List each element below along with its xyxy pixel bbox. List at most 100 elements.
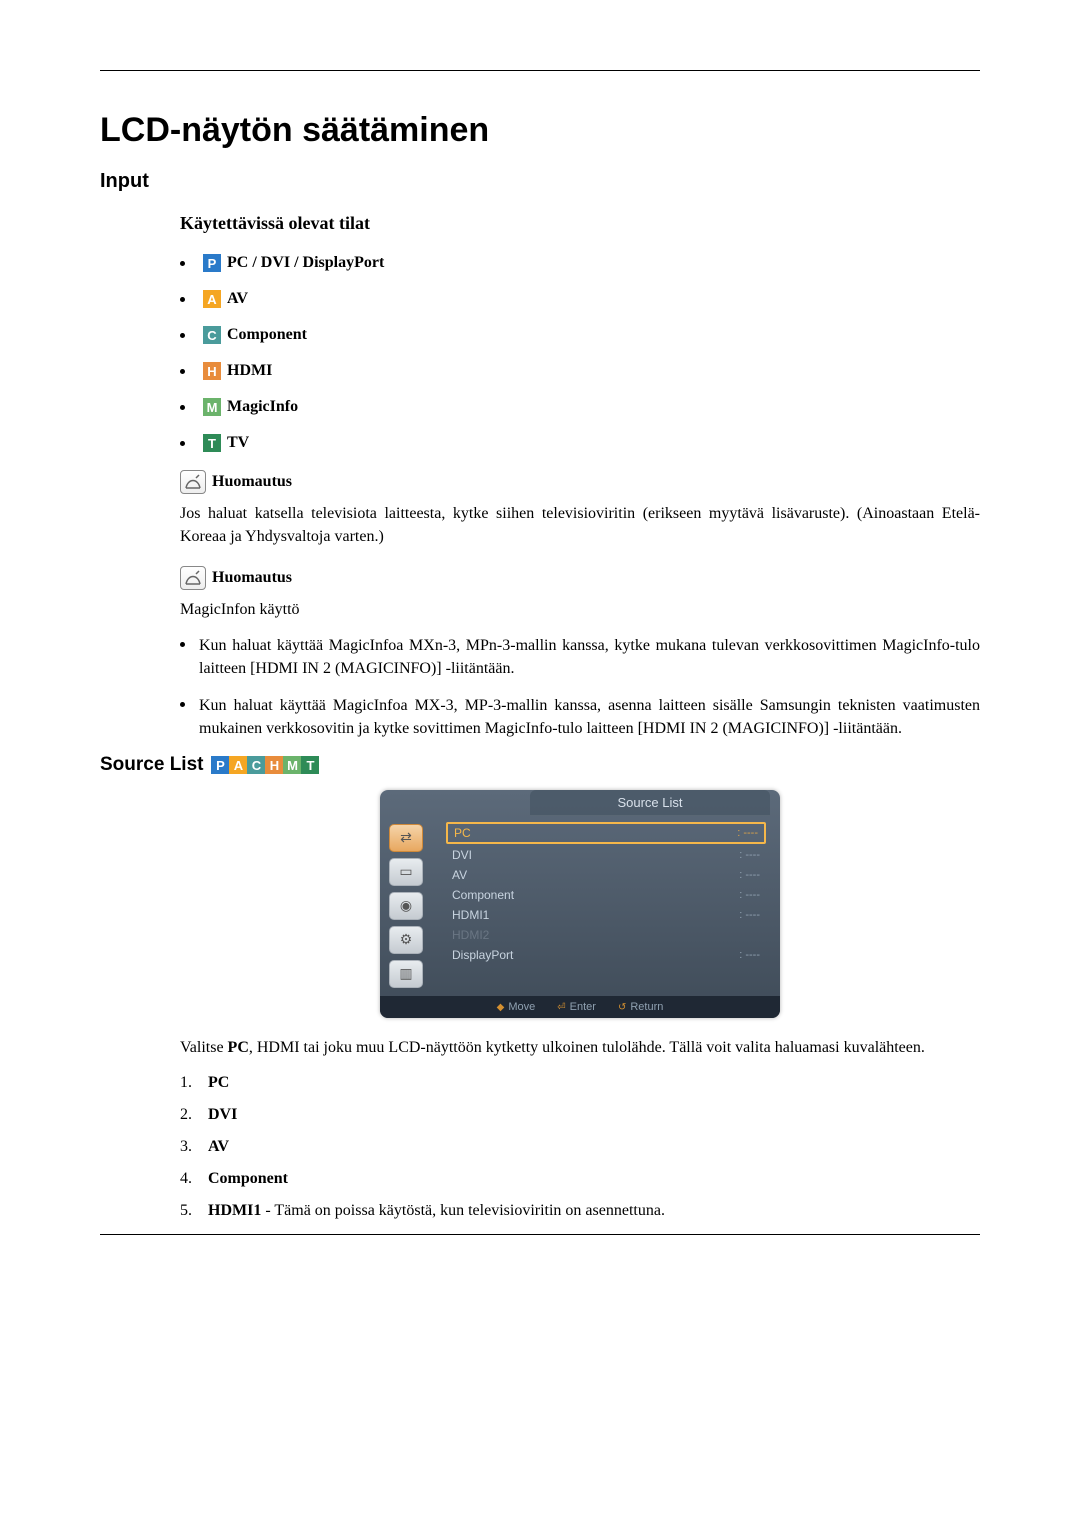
osd-footer-enter: ⏎Enter — [557, 1001, 596, 1013]
note2-intro: MagicInfon käyttö — [180, 598, 980, 621]
mode-label: HDMI — [227, 362, 272, 380]
list-number: 1. — [180, 1074, 208, 1092]
osd-side-icon-input: ⇄ — [389, 824, 423, 852]
mode-list: P PC / DVI / DisplayPort A AV C Componen… — [180, 254, 980, 452]
osd-item-name: HDMI1 — [452, 908, 489, 922]
h-icon: H — [203, 362, 221, 380]
osd-item-value: : ---- — [739, 849, 760, 861]
mode-label: PC / DVI / DisplayPort — [227, 254, 384, 272]
note-row: Huomautus — [180, 566, 980, 590]
osd-screenshot: Source List ⇄ ▭ ◉ ⚙ ▥ PC : ---- DVI — [180, 790, 980, 1018]
p-icon: P — [211, 756, 229, 774]
osd-side-icon-sound: ◉ — [389, 892, 423, 920]
mode-item-tv: T TV — [180, 434, 980, 452]
enter-icon: ⏎ — [557, 1002, 565, 1013]
list-number: 3. — [180, 1138, 208, 1156]
osd-row-dvi: DVI : ---- — [446, 846, 766, 864]
mode-label: MagicInfo — [227, 398, 298, 416]
text-bold-pc: PC — [228, 1039, 249, 1056]
list-bullet — [180, 405, 185, 410]
source-numbered-list: 1. PC 2. DVI 3. AV 4. Component 5. HDMI1… — [180, 1074, 980, 1220]
mode-label: TV — [227, 434, 249, 452]
note-label: Huomautus — [212, 569, 292, 587]
t-icon: T — [203, 434, 221, 452]
t-icon: T — [301, 756, 319, 774]
osd-item-value: : ---- — [739, 869, 760, 881]
osd-item-name: DVI — [452, 848, 472, 862]
list-number: 2. — [180, 1106, 208, 1124]
list-text: Kun haluat käyttää MagicInfoa MXn-3, MPn… — [199, 634, 980, 680]
source-list-paragraph: Valitse PC, HDMI tai joku muu LCD-näyttö… — [180, 1036, 980, 1059]
top-rule — [100, 70, 980, 71]
source-list-title: Source List — [100, 754, 203, 776]
osd-body: ⇄ ▭ ◉ ⚙ ▥ PC : ---- DVI : ---- — [380, 816, 780, 996]
osd-item-value: : ---- — [739, 949, 760, 961]
osd-footer-return: ↺Return — [618, 1001, 663, 1013]
mode-label: Component — [227, 326, 307, 344]
osd-row-hdmi2: HDMI2 — [446, 926, 766, 944]
list-number: 4. — [180, 1170, 208, 1188]
p-icon: P — [203, 254, 221, 272]
list-text: Kun haluat käyttää MagicInfoa MX-3, MP-3… — [199, 694, 980, 740]
osd-side-icon-multi: ▥ — [389, 960, 423, 988]
osd-side-icon-picture: ▭ — [389, 858, 423, 886]
osd-footer-move: ◆Move — [497, 1001, 536, 1013]
note1-text: Jos haluat katsella televisiota laittees… — [180, 502, 980, 548]
osd-main: PC : ---- DVI : ---- AV : ---- Component… — [432, 816, 780, 996]
list-item: 1. PC — [180, 1074, 980, 1092]
list-bullet — [180, 261, 185, 266]
h-icon: H — [265, 756, 283, 774]
list-bold: HDMI1 — [208, 1202, 261, 1220]
available-modes-heading: Käytettävissä olevat tilat — [180, 213, 980, 234]
text-post: , HDMI tai joku muu LCD-näyttöön kytkett… — [249, 1039, 925, 1056]
osd-item-value: : ---- — [737, 827, 758, 839]
osd-header: Source List — [530, 790, 770, 816]
note-label: Huomautus — [212, 473, 292, 491]
list-bullet — [180, 333, 185, 338]
osd-panel: Source List ⇄ ▭ ◉ ⚙ ▥ PC : ---- DVI — [380, 790, 780, 1018]
icon-strip: P A C H M T — [211, 756, 319, 774]
list-item: Kun haluat käyttää MagicInfoa MX-3, MP-3… — [180, 694, 980, 740]
list-bullet — [180, 297, 185, 302]
text-pre: Valitse — [180, 1039, 228, 1056]
section-input-heading: Input — [100, 170, 980, 193]
note-icon — [180, 470, 206, 494]
list-bullet — [180, 702, 185, 707]
osd-side-icon-setup: ⚙ — [389, 926, 423, 954]
m-icon: M — [283, 756, 301, 774]
osd-row-av: AV : ---- — [446, 866, 766, 884]
page-title: LCD-näytön säätäminen — [100, 111, 980, 150]
osd-item-name: Component — [452, 888, 514, 902]
osd-item-value: : ---- — [739, 889, 760, 901]
osd-sidebar: ⇄ ▭ ◉ ⚙ ▥ — [380, 816, 432, 996]
list-bold: DVI — [208, 1106, 237, 1124]
list-item: 5. HDMI1 - Tämä on poissa käytöstä, kun … — [180, 1202, 980, 1220]
osd-footer: ◆Move ⏎Enter ↺Return — [380, 996, 780, 1018]
mode-item-pc: P PC / DVI / DisplayPort — [180, 254, 980, 272]
a-icon: A — [203, 290, 221, 308]
osd-item-name: HDMI2 — [452, 928, 489, 942]
note-icon — [180, 566, 206, 590]
return-icon: ↺ — [618, 1002, 626, 1013]
osd-item-name: AV — [452, 868, 467, 882]
mode-item-hdmi: H HDMI — [180, 362, 980, 380]
m-icon: M — [203, 398, 221, 416]
list-number: 5. — [180, 1202, 208, 1220]
list-bold: Component — [208, 1170, 288, 1188]
a-icon: A — [229, 756, 247, 774]
list-rest: - Tämä on poissa käytöstä, kun televisio… — [265, 1202, 665, 1220]
list-bold: AV — [208, 1138, 229, 1156]
c-icon: C — [247, 756, 265, 774]
list-bullet — [180, 441, 185, 446]
list-item: Kun haluat käyttää MagicInfoa MXn-3, MPn… — [180, 634, 980, 680]
mode-item-magicinfo: M MagicInfo — [180, 398, 980, 416]
source-list-heading-row: Source List P A C H M T — [100, 754, 980, 776]
list-item: 2. DVI — [180, 1106, 980, 1124]
osd-item-value: : ---- — [739, 909, 760, 921]
osd-item-name: DisplayPort — [452, 948, 513, 962]
osd-row-pc: PC : ---- — [446, 822, 766, 844]
note-row: Huomautus — [180, 470, 980, 494]
list-bullet — [180, 642, 185, 647]
list-item: 4. Component — [180, 1170, 980, 1188]
mode-item-component: C Component — [180, 326, 980, 344]
